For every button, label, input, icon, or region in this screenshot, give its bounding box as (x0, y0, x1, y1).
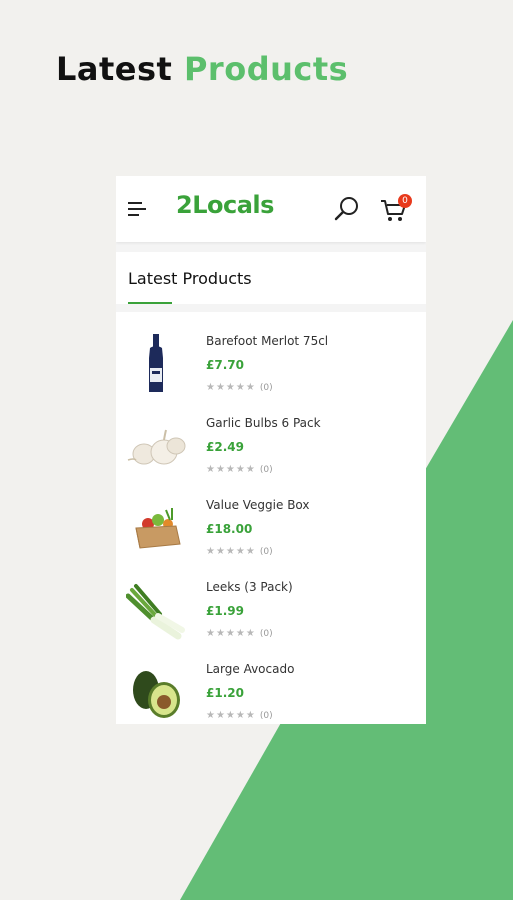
product-name[interactable]: Value Veggie Box (206, 498, 310, 512)
garlic-image (127, 429, 186, 465)
rating-stars-icon: ★★★★★ (206, 546, 256, 557)
product-item[interactable]: Leeks (3 Pack) £1.99 ★★★★★ (0) (116, 558, 426, 640)
review-count: (0) (259, 547, 273, 557)
leeks-image (126, 584, 185, 640)
product-name[interactable]: Barefoot Merlot 75cl (206, 334, 328, 348)
cart-count-badge: 0 (398, 194, 412, 208)
product-rating: ★★★★★ (0) (206, 628, 273, 639)
promo-title-part1: Latest (56, 50, 184, 88)
product-item[interactable]: Barefoot Merlot 75cl £7.70 ★★★★★ (0) (116, 312, 426, 394)
product-price: £1.99 (206, 604, 244, 618)
rating-stars-icon: ★★★★★ (206, 628, 256, 639)
product-price: £7.70 (206, 358, 244, 372)
search-icon[interactable] (334, 196, 360, 222)
tab-active-indicator (128, 302, 172, 304)
wine-bottle-image (149, 334, 163, 392)
tab-latest-products[interactable]: Latest Products (116, 252, 426, 304)
review-count: (0) (259, 383, 273, 393)
section-title: Latest Products (128, 269, 252, 288)
brand-logo[interactable]: 2Locals (176, 191, 274, 219)
review-count: (0) (259, 711, 273, 721)
rating-stars-icon: ★★★★★ (206, 382, 256, 393)
product-item[interactable]: Large Avocado £1.20 ★★★★★ (0) (116, 640, 426, 722)
product-rating: ★★★★★ (0) (206, 546, 273, 557)
review-count: (0) (259, 629, 273, 639)
product-price: £2.49 (206, 440, 244, 454)
product-list: Barefoot Merlot 75cl £7.70 ★★★★★ (0) Garl… (116, 312, 426, 724)
product-item[interactable]: Garlic Bulbs 6 Pack £2.49 ★★★★★ (0) (116, 394, 426, 476)
product-rating: ★★★★★ (0) (206, 464, 273, 475)
avocado-image (133, 671, 180, 718)
cart-button[interactable]: 0 (380, 194, 416, 224)
veggie-box-image (135, 508, 181, 549)
product-rating: ★★★★★ (0) (206, 710, 273, 721)
phone-screen: 2Locals 0 Latest Products Barefoot Merlo… (116, 176, 426, 724)
product-rating: ★★★★★ (0) (206, 382, 273, 393)
product-price: £18.00 (206, 522, 253, 536)
menu-icon[interactable] (128, 201, 148, 217)
review-count: (0) (259, 465, 273, 475)
rating-stars-icon: ★★★★★ (206, 464, 256, 475)
product-price: £1.20 (206, 686, 244, 700)
product-name[interactable]: Large Avocado (206, 662, 294, 676)
app-header: 2Locals 0 (116, 176, 426, 242)
promo-title-part2: Products (183, 50, 349, 88)
product-item[interactable]: Value Veggie Box £18.00 ★★★★★ (0) (116, 476, 426, 558)
promo-title: Latest Products (56, 50, 348, 88)
product-name[interactable]: Leeks (3 Pack) (206, 580, 293, 594)
product-name[interactable]: Garlic Bulbs 6 Pack (206, 416, 321, 430)
rating-stars-icon: ★★★★★ (206, 710, 256, 721)
